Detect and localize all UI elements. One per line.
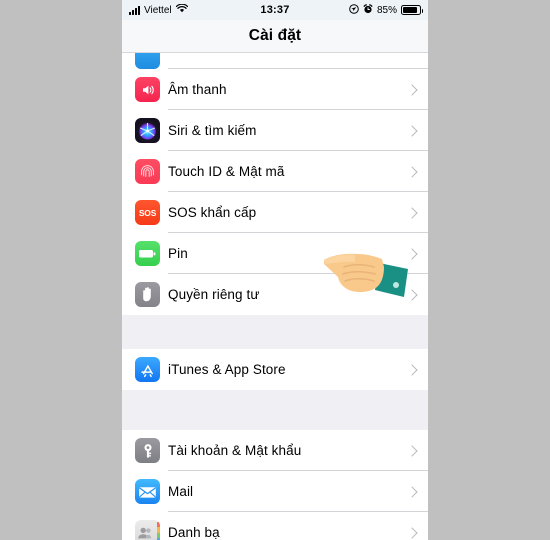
app-store-icon <box>135 357 160 382</box>
settings-group-store: iTunes & App Store <box>122 349 428 390</box>
sos-icon: SOS <box>135 200 160 225</box>
siri-icon <box>135 118 160 143</box>
phone-screen: Viettel 13:37 85% Cài đặt Âm thanh Siri … <box>122 0 428 540</box>
settings-group-system: Âm thanh Siri & tìm kiếm Touch ID & Mật … <box>122 53 428 315</box>
chevron-right-icon <box>406 363 418 376</box>
svg-text:SOS: SOS <box>139 208 157 218</box>
sidebar-item-emergency-sos[interactable]: SOS SOS khẩn cấp <box>122 192 428 233</box>
partial-row-icon <box>135 53 160 69</box>
chevron-right-icon <box>406 288 418 301</box>
envelope-icon <box>135 479 160 504</box>
sidebar-item-label: Touch ID & Mật mã <box>168 164 285 179</box>
key-icon <box>135 438 160 463</box>
hand-privacy-icon <box>135 282 160 307</box>
chevron-right-icon <box>406 206 418 219</box>
alarm-clock-icon <box>363 3 373 17</box>
chevron-right-icon <box>406 124 418 137</box>
sidebar-item-label: Danh bạ <box>168 525 220 540</box>
contacts-icon <box>135 520 160 540</box>
speaker-icon <box>135 77 160 102</box>
chevron-right-icon <box>406 485 418 498</box>
sidebar-item-label: Mail <box>168 484 194 499</box>
section-gap <box>122 315 428 349</box>
navigation-bar: Cài đặt <box>122 20 428 53</box>
list-item-partial[interactable] <box>122 53 428 69</box>
sidebar-item-sound[interactable]: Âm thanh <box>122 69 428 110</box>
settings-list[interactable]: Âm thanh Siri & tìm kiếm Touch ID & Mật … <box>122 53 428 540</box>
page-title: Cài đặt <box>248 27 302 44</box>
chevron-right-icon <box>406 165 418 178</box>
chevron-right-icon <box>406 247 418 260</box>
battery-icon <box>401 5 423 15</box>
chevron-right-icon <box>406 526 418 539</box>
battery-percent-label: 85% <box>376 4 397 16</box>
chevron-right-icon <box>406 444 418 457</box>
sidebar-item-contacts[interactable]: Danh bạ <box>122 512 428 540</box>
fingerprint-icon <box>135 159 160 184</box>
chevron-right-icon <box>406 83 418 96</box>
location-arrow-icon <box>349 3 359 17</box>
sidebar-item-touchid-passcode[interactable]: Touch ID & Mật mã <box>122 151 428 192</box>
screenshot-stage: Viettel 13:37 85% Cài đặt Âm thanh Siri … <box>0 0 550 540</box>
sidebar-item-itunes-appstore[interactable]: iTunes & App Store <box>122 349 428 390</box>
sidebar-item-label: Pin <box>168 246 188 261</box>
sidebar-item-privacy[interactable]: Quyền riêng tư <box>122 274 428 315</box>
status-bar-right: 85% <box>349 3 423 17</box>
status-bar: Viettel 13:37 85% <box>122 0 428 20</box>
sidebar-item-label: SOS khẩn cấp <box>168 205 257 220</box>
settings-group-accounts: Tài khoản & Mật khẩu Mail Danh bạ <box>122 430 428 540</box>
sidebar-item-label: Âm thanh <box>168 82 227 97</box>
sidebar-item-mail[interactable]: Mail <box>122 471 428 512</box>
contacts-tabs <box>157 522 160 540</box>
sidebar-item-accounts-passwords[interactable]: Tài khoản & Mật khẩu <box>122 430 428 471</box>
sidebar-item-label: Tài khoản & Mật khẩu <box>168 443 302 458</box>
sidebar-item-siri-search[interactable]: Siri & tìm kiếm <box>122 110 428 151</box>
sidebar-item-label: iTunes & App Store <box>168 362 286 377</box>
battery-settings-icon <box>135 241 160 266</box>
sidebar-item-battery[interactable]: Pin <box>122 233 428 274</box>
sidebar-item-label: Quyền riêng tư <box>168 287 260 302</box>
section-gap <box>122 390 428 430</box>
sidebar-item-label: Siri & tìm kiếm <box>168 123 257 138</box>
